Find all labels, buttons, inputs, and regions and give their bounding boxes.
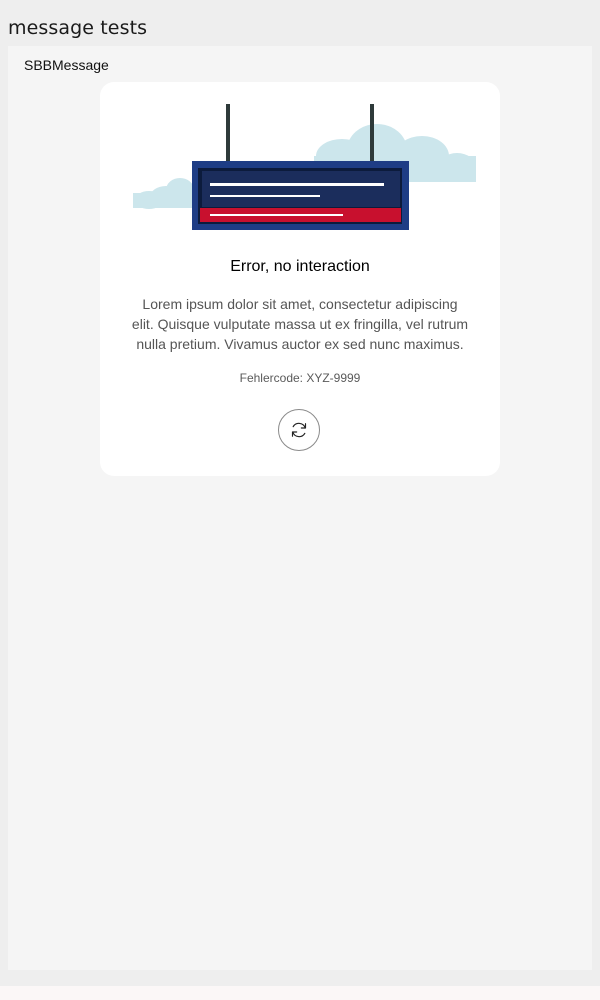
section-title: SBBMessage <box>24 57 109 73</box>
board-line-1 <box>210 183 384 186</box>
retry-button[interactable] <box>278 409 320 451</box>
page: message tests SBBMessage Error, no inter… <box>0 0 600 986</box>
pole-right <box>370 104 374 164</box>
board-line-2 <box>210 195 320 197</box>
message-body: Lorem ipsum dolor sit amet, consectetur … <box>131 296 469 352</box>
board-line-3 <box>210 214 343 216</box>
error-code: Fehlercode: XYZ-9999 <box>239 371 361 385</box>
message-card: Error, no interaction Lorem ipsum dolor … <box>100 82 500 476</box>
departure-board-illustration <box>133 104 476 230</box>
cloud-left <box>133 178 194 209</box>
page-title: message tests <box>8 17 148 39</box>
board-screen-inner <box>202 171 400 207</box>
refresh-icon <box>291 422 307 438</box>
pole-left <box>226 104 230 164</box>
message-title: Error, no interaction <box>230 258 370 275</box>
sbb-message-section: SBBMessage Error, no interaction Lorem i… <box>8 46 592 970</box>
